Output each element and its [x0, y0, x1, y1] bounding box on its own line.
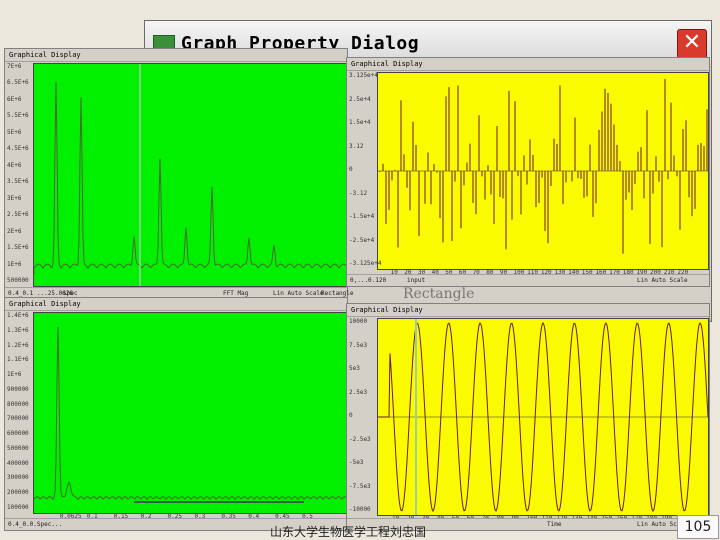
y-tick-label: 6.5E+6 [7, 79, 29, 87]
y-tick-label: -7.5e3 [349, 482, 371, 490]
page-number: 105 [677, 515, 719, 539]
plot-area[interactable] [33, 312, 347, 514]
y-tick-label: 0 [349, 412, 353, 419]
y-tick-label: -3.12 [349, 189, 368, 197]
y-tick-label: 600000 [7, 430, 29, 438]
y-tick-label: 0 [349, 166, 353, 173]
y-tick-label: 3E+6 [7, 194, 22, 202]
y-tick-label: -2.5e+4 [349, 236, 375, 244]
y-tick-label: 1.1E+6 [7, 356, 29, 364]
footer-text: 山东大学生物医学工程刘忠国 [270, 525, 427, 539]
fft-spectrum-trace [34, 64, 346, 286]
y-tick-label: 10000 [349, 318, 368, 325]
y-tick-label: 800000 [7, 400, 29, 408]
y-tick-label: 5.5E+6 [7, 112, 29, 120]
graphical-display-window-bottom-left[interactable]: Graphical Display 1.4E+6 1.3E+6 1.2E+6 1.1E… [4, 297, 348, 531]
y-tick-label: 1E+6 [7, 260, 22, 268]
input-signal-trace [378, 78, 708, 254]
y-tick-label: 1.5E+6 [7, 244, 29, 252]
y-tick-label: 2E+6 [7, 227, 22, 235]
y-tick-label: 7E+6 [7, 63, 22, 70]
spectrum-trace [34, 326, 346, 503]
spectrum-line [34, 326, 346, 501]
plot-area[interactable] [33, 63, 347, 287]
y-tick-label: 1E+6 [7, 371, 22, 379]
status-bar: 0,...0.120 input Lin Auto Scale [347, 274, 709, 286]
y-tick-label: 1.5e+4 [349, 119, 371, 126]
y-tick-label: 2.5e3 [349, 388, 368, 396]
spectrum-line [34, 81, 346, 274]
y-tick-label: 5E+6 [7, 128, 22, 136]
y-tick-label: 4.5E+6 [7, 145, 29, 153]
y-tick-label: 3.5E+6 [7, 178, 29, 186]
y-tick-label: 400000 [7, 459, 29, 467]
y-tick-label: 1.4E+6 [7, 312, 29, 319]
y-tick-label: 3.12 [349, 142, 364, 150]
y-tick-label: 1.3E+6 [7, 326, 29, 334]
y-tick-label: 300000 [7, 474, 29, 482]
y-tick-label: 700000 [7, 415, 29, 423]
y-tick-label: 5e3 [349, 365, 360, 372]
obscured-field-text: Rectangle [403, 286, 475, 302]
window-title[interactable]: Graphical Display [5, 298, 347, 311]
window-title[interactable]: Graphical Display [5, 49, 347, 62]
window-title[interactable]: Graphical Display [347, 58, 709, 71]
y-tick-label: -5e3 [349, 459, 364, 466]
graphical-display-window-bottom-right[interactable]: Graphical Display 10000 7.5e3 5e3 2.5e3 0 -2.… [346, 303, 710, 531]
y-tick-label: 7.5e3 [349, 341, 368, 349]
y-tick-label: -2.5e3 [349, 435, 371, 443]
y-tick-label: 1.2E+6 [7, 341, 29, 349]
y-tick-label: 500000 [7, 444, 29, 452]
y-tick-label: -1.5e+4 [349, 213, 375, 220]
y-tick-label: 2.5e+4 [349, 95, 371, 103]
y-tick-label: 900000 [7, 385, 29, 393]
y-tick-label: 200000 [7, 489, 29, 497]
output-sine-trace [378, 319, 708, 515]
y-tick-label: 100000 [7, 504, 29, 511]
plot-area[interactable] [377, 318, 709, 516]
y-tick-label: -10000 [349, 506, 371, 513]
y-tick-label: -3.125e+4 [349, 260, 382, 267]
plot-area[interactable] [377, 72, 709, 270]
y-tick-label: 4E+6 [7, 161, 22, 169]
graphical-display-window-top-right[interactable]: Graphical Display 3.125e+4 2.5e+4 1.5e+4 3.… [346, 57, 710, 287]
close-icon[interactable]: ✕ [677, 29, 707, 59]
graphical-display-window-top-left[interactable]: Graphical Display 7E+6 6.5E+6 6E+6 5.5E+6 5E… [4, 48, 354, 300]
y-tick-label: 6E+6 [7, 95, 22, 103]
y-tick-label: 500000 [7, 277, 29, 284]
y-tick-label: 2.5E+6 [7, 211, 29, 219]
window-title[interactable]: Graphical Display [347, 304, 709, 317]
y-tick-label: 3.125e+4 [349, 72, 378, 79]
